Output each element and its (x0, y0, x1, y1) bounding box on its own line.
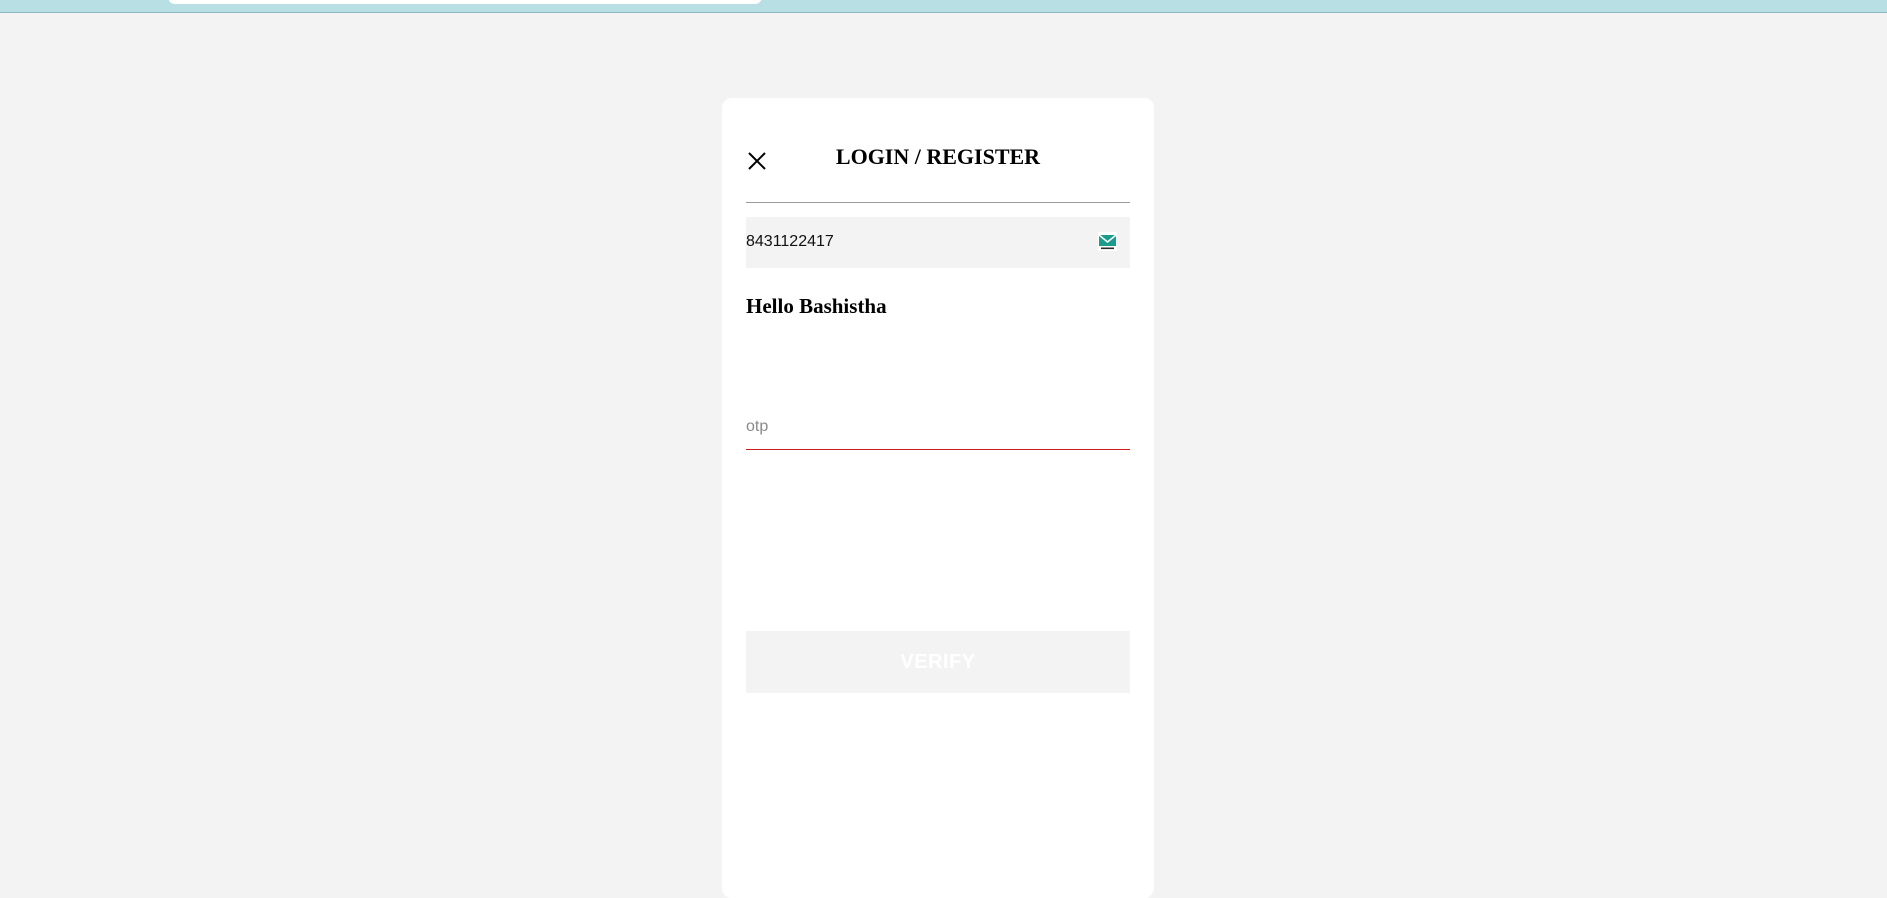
verify-button[interactable]: VERIFY (746, 631, 1130, 693)
login-modal: LOGIN / REGISTER 8431122417 Hello Bashis… (722, 98, 1154, 898)
greeting-text: Hello Bashistha (746, 294, 887, 318)
phone-value: 8431122417 (746, 233, 834, 250)
search-pill[interactable] (168, 0, 762, 4)
phone-field[interactable]: 8431122417 (746, 217, 1130, 268)
modal-title: LOGIN / REGISTER (835, 144, 1041, 169)
otp-field (746, 404, 1130, 450)
otp-input[interactable] (746, 404, 1130, 449)
mail-icon[interactable] (1098, 232, 1117, 251)
browser-top-strip (0, 0, 1887, 13)
title-divider (746, 202, 1130, 203)
